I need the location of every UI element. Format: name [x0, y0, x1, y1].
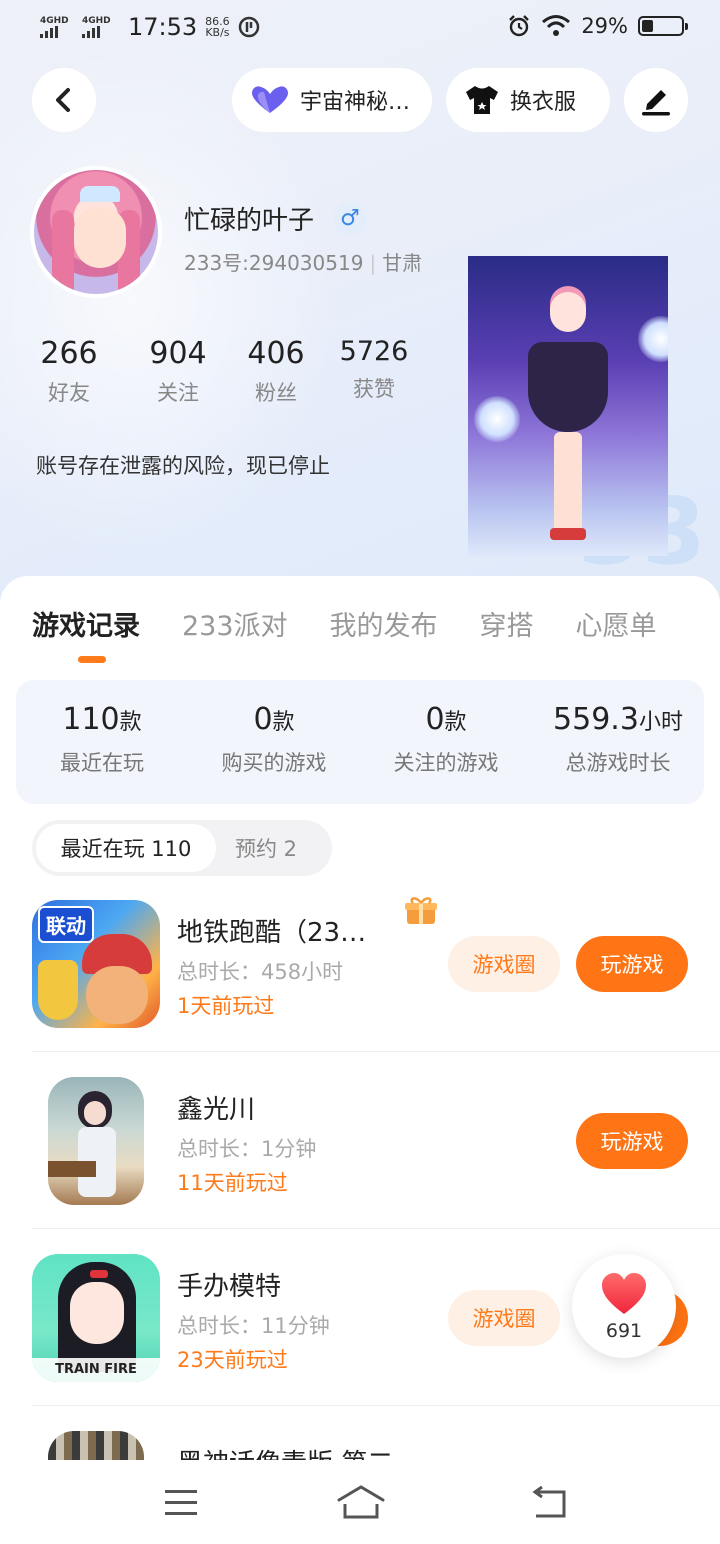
signal-1: 4GHD — [40, 16, 74, 38]
avatar-character-figure[interactable] — [468, 256, 668, 556]
game-icon: TRAIN FIRE — [32, 1254, 160, 1382]
play-game-button[interactable]: 玩游戏 — [576, 1113, 688, 1169]
game-row[interactable]: 鑫光川 总时长：1分钟 11天前玩过 玩游戏 — [32, 1053, 720, 1229]
change-outfit-label: 换衣服 — [510, 90, 577, 115]
heart-icon — [252, 86, 288, 113]
network-speed: 86.6 KB/s — [205, 15, 230, 39]
game-circle-button[interactable]: 游戏圈 — [448, 936, 560, 992]
data-saver-icon — [238, 16, 259, 38]
signal-2: 4GHD — [82, 16, 116, 38]
like-floating-button[interactable]: 691 — [572, 1254, 676, 1358]
battery-icon — [638, 16, 688, 36]
signal-bars-icon — [82, 26, 116, 38]
back-button[interactable] — [32, 68, 96, 132]
tab-indicator — [78, 656, 106, 663]
status-bar: 4GHD 4GHD 17:53 86.6 KB/s 29% — [0, 0, 720, 58]
change-outfit-button[interactable]: 换衣服 — [446, 68, 610, 132]
menu-icon[interactable] — [163, 1488, 199, 1518]
segment-reserve[interactable]: 预约 2 — [216, 824, 316, 872]
stat-likes[interactable]: 5726 获赞 — [334, 336, 414, 407]
bio: 账号存在泄露的风险，现已停止 — [36, 454, 330, 478]
tab-wishlist[interactable]: 心愿单 — [576, 604, 657, 643]
username: 忙碌的叶子 — [184, 206, 315, 236]
gift-icon[interactable] — [404, 896, 438, 926]
summary-followed[interactable]: 0款 关注的游戏 — [360, 680, 532, 804]
game-last-played: 23天前玩过 — [177, 1348, 288, 1372]
game-last-played: 1天前玩过 — [177, 994, 275, 1018]
clock: 17:53 — [128, 13, 198, 41]
signal-bars-icon — [40, 26, 74, 38]
game-row[interactable]: 联动 地铁跑酷（23… 总时长：458小时 1天前玩过 游戏圈 玩游戏 — [32, 876, 720, 1052]
avatar[interactable] — [30, 166, 162, 298]
edit-profile-button[interactable] — [624, 68, 688, 132]
game-icon — [48, 1077, 144, 1205]
stat-following[interactable]: 904 关注 — [132, 336, 224, 407]
pencil-icon — [642, 90, 670, 116]
male-gender-icon: ♂ — [333, 202, 367, 236]
alarm-icon — [509, 15, 530, 37]
game-name: 鑫光川 — [177, 1095, 256, 1125]
list-filter-segment: 最近在玩 110 预约 2 — [32, 820, 332, 876]
game-circle-button[interactable]: 游戏圈 — [448, 1290, 560, 1346]
summary-recent[interactable]: 110款 最近在玩 — [16, 680, 188, 804]
heart-icon — [602, 1273, 646, 1314]
tshirt-icon — [466, 86, 498, 114]
game-icon — [48, 1431, 144, 1460]
tab-outfits[interactable]: 穿搭 — [480, 604, 534, 643]
game-playtime: 总时长：1分钟 — [177, 1137, 317, 1161]
game-playtime: 总时长：11分钟 — [177, 1314, 330, 1338]
back-nav-icon[interactable] — [528, 1486, 570, 1520]
stat-friends[interactable]: 266 好友 — [36, 336, 102, 407]
game-icon: 联动 — [32, 900, 160, 1028]
tab-my-posts[interactable]: 我的发布 — [330, 604, 438, 643]
game-name: 地铁跑酷（23… — [177, 918, 367, 948]
tab-party[interactable]: 233派对 — [182, 604, 288, 643]
chevron-left-icon — [56, 88, 70, 112]
title-badge-button[interactable]: 宇宙神秘… — [232, 68, 432, 132]
summary-playtime[interactable]: 559.3小时 总游戏时长 — [532, 680, 704, 804]
game-last-played: 11天前玩过 — [177, 1171, 288, 1195]
battery-percent: 29% — [581, 14, 628, 38]
profile-stats: 266 好友 904 关注 406 粉丝 5726 获赞 — [36, 336, 414, 407]
game-name: 手办模特 — [177, 1272, 282, 1302]
region: 甘肃 — [382, 251, 423, 275]
home-icon[interactable] — [336, 1484, 386, 1520]
summary-purchased[interactable]: 0款 购买的游戏 — [188, 680, 360, 804]
play-game-button[interactable]: 玩游戏 — [576, 936, 688, 992]
title-badge-label: 宇宙神秘… — [300, 90, 411, 115]
game-summary: 110款 最近在玩 0款 购买的游戏 0款 关注的游戏 559.3小时 总游戏时… — [16, 680, 704, 804]
like-count: 691 — [605, 1320, 643, 1342]
user-id: 233号:294030519 | 甘肃 — [184, 251, 423, 275]
wifi-icon — [542, 15, 571, 36]
tab-bar: 游戏记录 233派对 我的发布 穿搭 心愿单 — [32, 604, 699, 643]
tab-game-records[interactable]: 游戏记录 — [32, 604, 140, 643]
game-row[interactable]: 黑神话像素版 第二… — [32, 1407, 720, 1460]
system-nav-bar — [0, 1460, 720, 1544]
game-name: 黑神话像素版 第二… — [177, 1443, 419, 1460]
segment-recent[interactable]: 最近在玩 110 — [36, 824, 216, 872]
game-playtime: 总时长：458小时 — [177, 960, 344, 984]
stat-fans[interactable]: 406 粉丝 — [242, 336, 310, 407]
